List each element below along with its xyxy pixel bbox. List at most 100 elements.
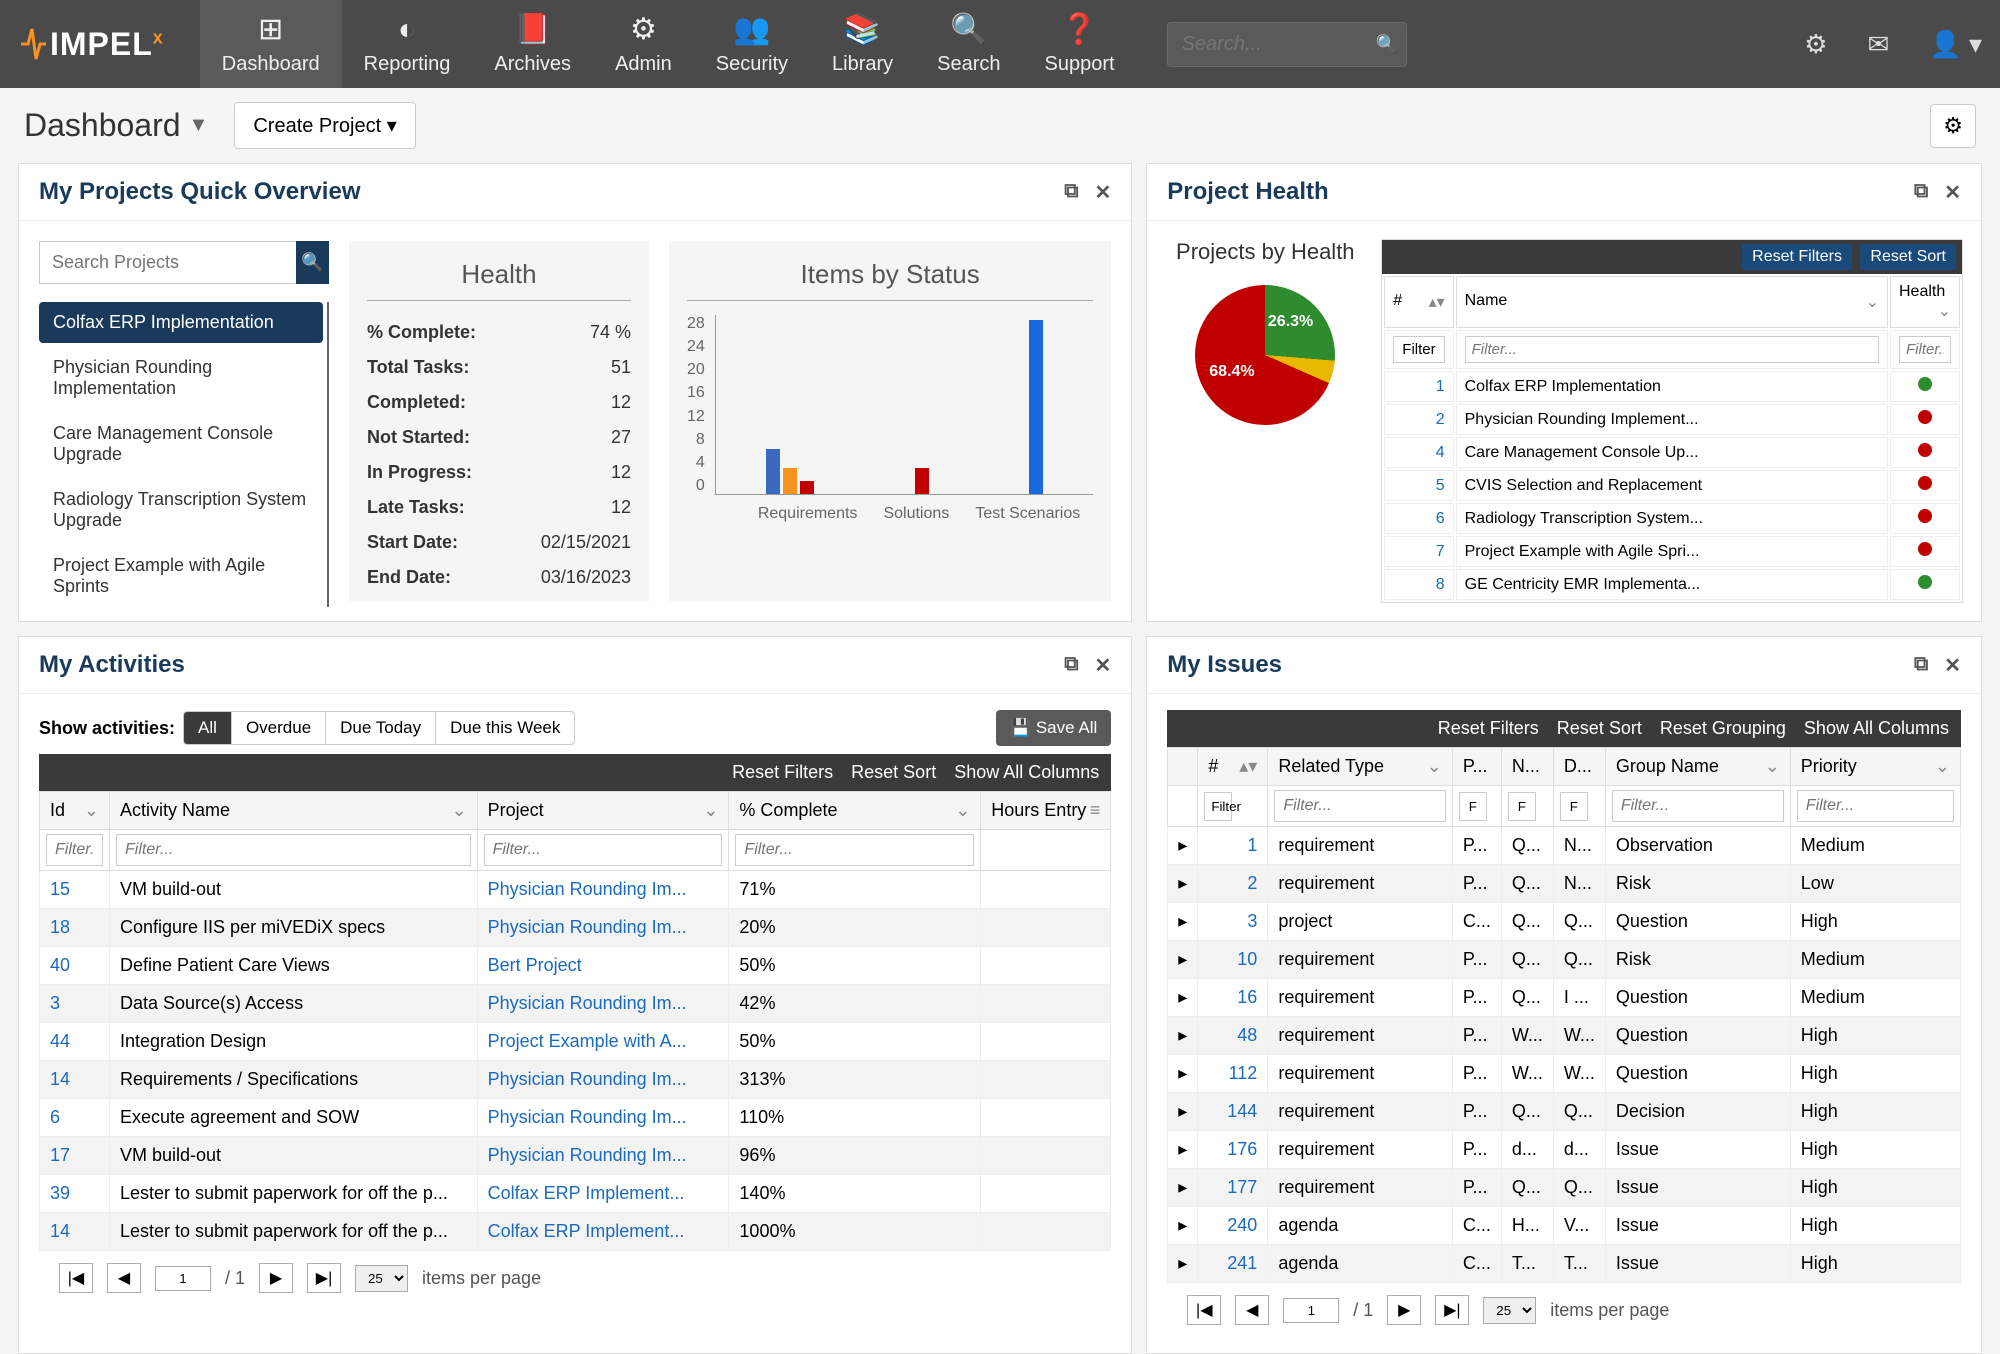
table-row[interactable]: 2Physician Rounding Implement... (1384, 404, 1960, 435)
table-row[interactable]: ▸2requirementP...Q...N...RiskLow (1168, 865, 1961, 903)
col-header[interactable]: % Complete⌄ (729, 792, 981, 830)
save-all-button[interactable]: 💾 Save All (996, 710, 1111, 746)
table-row[interactable]: 8GE Centricity EMR Implementa... (1384, 569, 1960, 600)
settings-icon[interactable]: ⚙ (1804, 29, 1827, 60)
filter-button[interactable]: Filter (1393, 336, 1444, 363)
nav-support[interactable]: ❓Support (1023, 0, 1137, 88)
table-row[interactable]: ▸241agendaC...T...T...IssueHigh (1168, 1245, 1961, 1283)
title-caret-icon[interactable]: ▼ (189, 114, 209, 137)
activities-tab[interactable]: Due this Week (436, 712, 574, 744)
copy-icon[interactable]: ⧉ (1064, 180, 1078, 205)
filter-input[interactable] (116, 834, 471, 866)
project-item[interactable]: Care Management Console Upgrade (39, 413, 323, 475)
col-header[interactable]: Project⌄ (477, 792, 729, 830)
expand-icon[interactable]: ▸ (1168, 1055, 1198, 1093)
expand-icon[interactable]: ▸ (1168, 941, 1198, 979)
nav-reporting[interactable]: ◐Reporting (342, 0, 473, 88)
expand-icon[interactable]: ▸ (1168, 1207, 1198, 1245)
filter-input[interactable] (735, 834, 974, 866)
expand-icon[interactable]: ▸ (1168, 1169, 1198, 1207)
col-group[interactable]: Group Name⌄ (1605, 748, 1790, 786)
expand-icon[interactable]: ▸ (1168, 1093, 1198, 1131)
col-name[interactable]: Name⌄ (1456, 276, 1888, 328)
table-row[interactable]: 1Colfax ERP Implementation (1384, 371, 1960, 402)
project-item[interactable]: Radiology Transcription System Upgrade (39, 479, 323, 541)
col-number[interactable]: #▴▾ (1198, 748, 1268, 786)
table-row[interactable]: 18Configure IIS per miVEDiX specsPhysici… (40, 909, 1111, 947)
col-expand[interactable] (1168, 748, 1198, 786)
col-header[interactable]: Activity Name⌄ (110, 792, 478, 830)
pager-prev[interactable]: ◀ (1235, 1295, 1269, 1325)
table-row[interactable]: 6Execute agreement and SOWPhysician Roun… (40, 1099, 1111, 1137)
pager-prev[interactable]: ◀ (107, 1263, 141, 1293)
table-row[interactable]: ▸1requirementP...Q...N...ObservationMedi… (1168, 827, 1961, 865)
col-d[interactable]: D... (1553, 748, 1605, 786)
pager-pagesize[interactable]: 25 (355, 1265, 408, 1292)
brand-logo[interactable]: IMPELx (18, 24, 164, 64)
table-row[interactable]: ▸240agendaC...H...V...IssueHigh (1168, 1207, 1961, 1245)
table-row[interactable]: 3Data Source(s) AccessPhysician Rounding… (40, 985, 1111, 1023)
activities-tab[interactable]: Overdue (232, 712, 326, 744)
pager-next[interactable]: ▶ (259, 1263, 293, 1293)
pager-next[interactable]: ▶ (1387, 1295, 1421, 1325)
toolbar-action[interactable]: Reset Sort (851, 762, 936, 782)
pager-first[interactable]: |◀ (59, 1263, 93, 1293)
user-menu-icon[interactable]: 👤 ▾ (1929, 29, 1982, 60)
table-row[interactable]: ▸16requirementP...Q...I ...QuestionMediu… (1168, 979, 1961, 1017)
nav-library[interactable]: 📚Library (810, 0, 915, 88)
filter-p[interactable]: F (1459, 792, 1487, 821)
pager-last[interactable]: ▶| (1435, 1295, 1469, 1325)
project-item[interactable]: Project Example with Agile Sprints (39, 545, 323, 607)
copy-icon[interactable]: ⧉ (1914, 180, 1928, 205)
filter-priority[interactable] (1797, 790, 1954, 822)
table-row[interactable]: 17VM build-outPhysician Rounding Im...96… (40, 1137, 1111, 1175)
table-row[interactable]: 15VM build-outPhysician Rounding Im...71… (40, 871, 1111, 909)
col-related[interactable]: Related Type⌄ (1268, 748, 1453, 786)
table-row[interactable]: 14Requirements / SpecificationsPhysician… (40, 1061, 1111, 1099)
nav-security[interactable]: 👥Security (694, 0, 810, 88)
expand-icon[interactable]: ▸ (1168, 865, 1198, 903)
table-row[interactable]: 11Agile Development Project Exa... (1384, 602, 1960, 603)
project-search-input[interactable] (39, 241, 296, 284)
filter-input[interactable] (484, 834, 723, 866)
toolbar-action[interactable]: Show All Columns (954, 762, 1099, 782)
project-item[interactable]: Physician Rounding Implementation (39, 347, 323, 409)
expand-icon[interactable]: ▸ (1168, 1131, 1198, 1169)
table-row[interactable]: 6Radiology Transcription System... (1384, 503, 1960, 534)
activities-tab[interactable]: Due Today (326, 712, 436, 744)
create-project-button[interactable]: Create Project ▾ (234, 102, 415, 149)
search-icon[interactable]: 🔍 (1376, 34, 1398, 54)
nav-archives[interactable]: 📕Archives (472, 0, 593, 88)
table-row[interactable]: 39Lester to submit paperwork for off the… (40, 1175, 1111, 1213)
pager-page-input[interactable] (1283, 1298, 1339, 1323)
project-item[interactable]: Colfax ERP Implementation (39, 302, 323, 343)
col-p[interactable]: P... (1452, 748, 1501, 786)
nav-admin[interactable]: ⚙Admin (593, 0, 694, 88)
copy-icon[interactable]: ⧉ (1064, 653, 1078, 678)
global-search-input[interactable] (1167, 22, 1407, 67)
table-row[interactable]: ▸144requirementP...Q...Q...DecisionHigh (1168, 1093, 1961, 1131)
table-row[interactable]: 40Define Patient Care ViewsBert Project5… (40, 947, 1111, 985)
table-row[interactable]: ▸3projectC...Q...Q...QuestionHigh (1168, 903, 1961, 941)
toolbar-action[interactable]: Reset Grouping (1660, 718, 1786, 738)
pager-pagesize[interactable]: 25 (1483, 1297, 1536, 1324)
nav-search[interactable]: 🔍Search (915, 0, 1022, 88)
expand-icon[interactable]: ▸ (1168, 827, 1198, 865)
mail-icon[interactable]: ✉ (1868, 29, 1890, 60)
dashboard-settings-button[interactable]: ⚙ (1930, 104, 1976, 148)
reset-filters-button[interactable]: Reset Filters (1742, 244, 1852, 270)
filter-n[interactable]: F (1508, 792, 1536, 821)
filter-health-input[interactable] (1899, 336, 1951, 363)
nav-dashboard[interactable]: ⊞Dashboard (200, 0, 342, 88)
toolbar-action[interactable]: Reset Filters (1438, 718, 1539, 738)
project-search-button[interactable]: 🔍 (296, 241, 329, 284)
toolbar-action[interactable]: Show All Columns (1804, 718, 1949, 738)
close-icon[interactable]: ✕ (1944, 653, 1961, 678)
toolbar-action[interactable]: Reset Filters (732, 762, 833, 782)
activities-tab[interactable]: All (184, 712, 232, 744)
filter-button[interactable]: Filter (1204, 792, 1232, 821)
filter-related[interactable] (1274, 790, 1446, 822)
col-priority[interactable]: Priority⌄ (1790, 748, 1960, 786)
filter-input[interactable] (46, 834, 103, 866)
expand-icon[interactable]: ▸ (1168, 1245, 1198, 1283)
